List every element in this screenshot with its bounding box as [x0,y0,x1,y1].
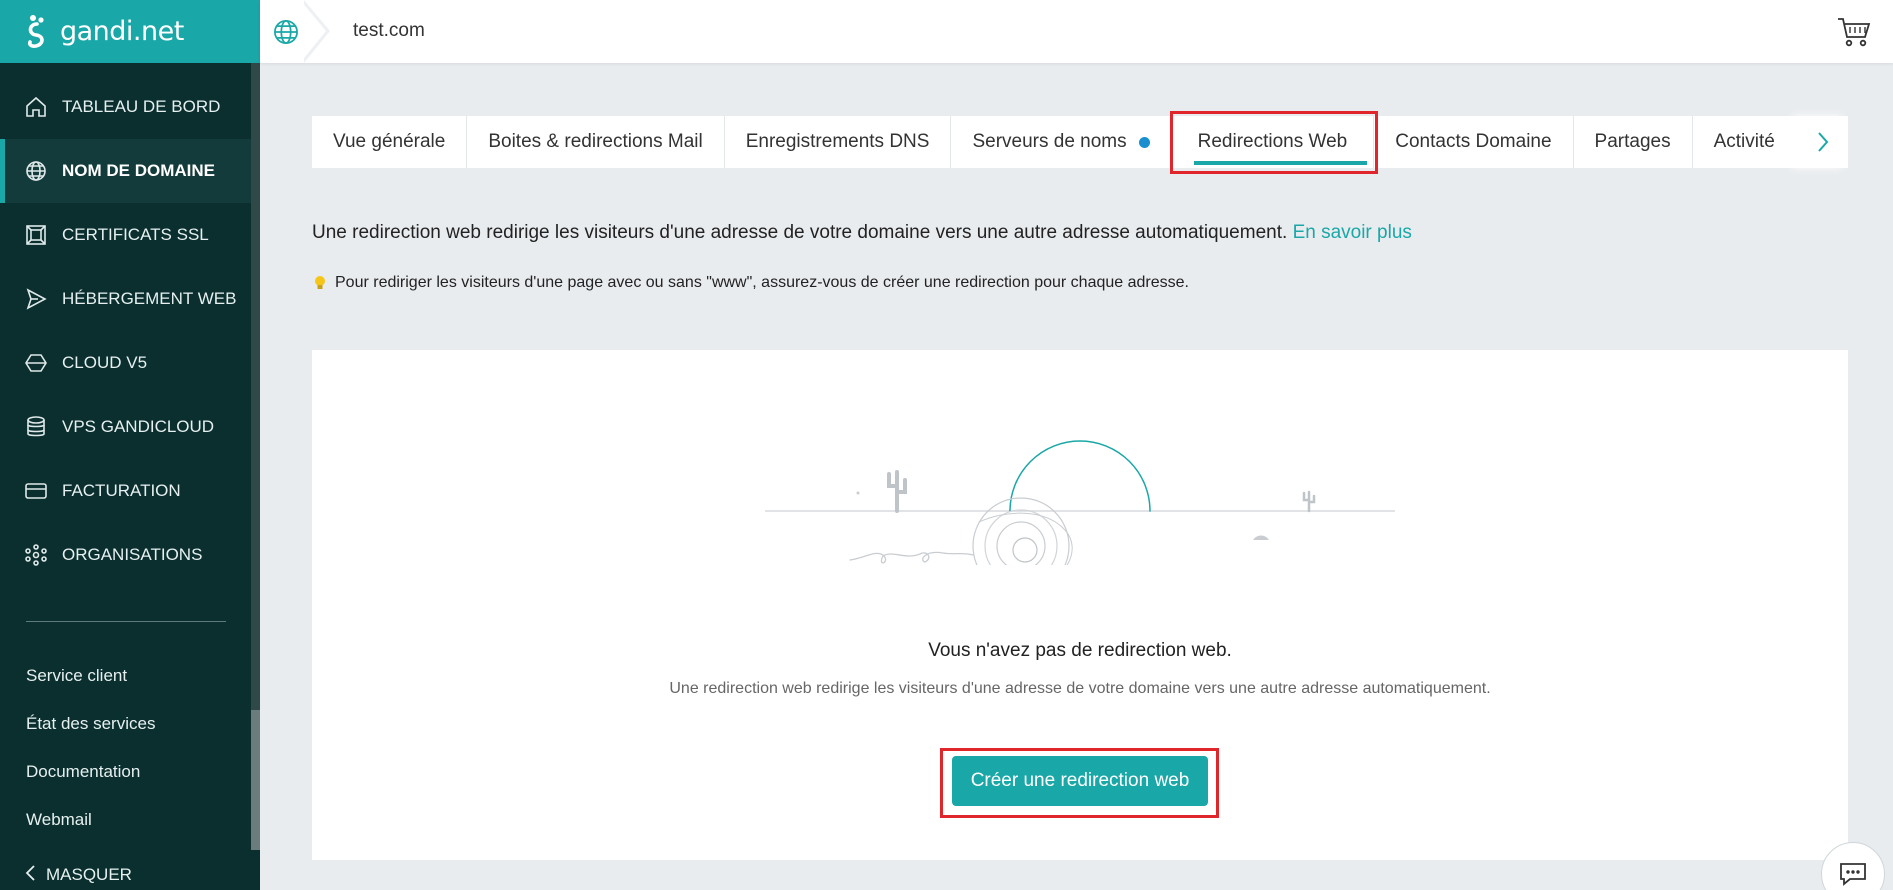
tab-contacts[interactable]: Contacts Domaine [1374,116,1574,168]
server-stack-icon [24,415,48,439]
sidebar-scrollbar-track[interactable] [251,63,260,823]
sidebar-item-domain[interactable]: NOM DE DOMAINE [0,139,260,203]
cart-icon[interactable] [1837,16,1871,48]
tab-label: Contacts Domaine [1395,131,1552,152]
highlight-box-tab [1170,111,1378,174]
tip: Pour rediriger les visiteurs d'une page … [314,274,1189,292]
collapse-label: MASQUER [46,865,132,884]
learn-more-link[interactable]: En savoir plus [1293,222,1412,243]
tab-dns[interactable]: Enregistrements DNS [725,116,952,168]
sidebar-item-vps[interactable]: VPS GANDICLOUD [0,395,260,459]
brand-name: gandi.net [60,16,184,47]
tab-label: Boites & redirections Mail [488,131,703,152]
tab-sharing[interactable]: Partages [1574,116,1693,168]
sidebar-item-label: ORGANISATIONS [62,545,203,564]
sidebar-item-label: CLOUD V5 [62,353,148,372]
domain-tabs: Vue générale Boites & redirections Mail … [312,116,1848,168]
link-service-client[interactable]: Service client [0,652,260,700]
tab-label: Partages [1594,131,1671,152]
credit-card-icon [24,479,48,503]
page-title: test.com [353,20,425,41]
lightbulb-icon [315,276,325,289]
link-status[interactable]: État des services [0,700,260,748]
globe-icon [24,159,48,183]
intro-description: Une redirection web redirige les visiteu… [312,222,1288,243]
sidebar-item-organisations[interactable]: ORGANISATIONS [0,523,260,587]
sidebar-item-ssl[interactable]: CERTIFICATS SSL [0,203,260,267]
sidebar-item-label: CERTIFICATS SSL [62,225,209,244]
tabs-next-button[interactable] [1798,116,1848,168]
gandi-logo-icon [27,14,44,48]
sidebar-item-cloud[interactable]: CLOUD V5 [0,331,260,395]
tab-label: Enregistrements DNS [745,131,930,152]
sidebar: gandi.net TABLEAU DE BORD NOM DE DOMAINE… [0,0,260,890]
collapse-sidebar-button[interactable]: MASQUER [24,860,132,890]
sidebar-nav: TABLEAU DE BORD NOM DE DOMAINE CERTIFICA… [0,75,260,587]
sidebar-item-label: HÉBERGEMENT WEB [62,289,237,308]
sidebar-item-hosting[interactable]: HÉBERGEMENT WEB [0,267,260,331]
sidebar-scrollbar-thumb[interactable] [251,710,260,850]
notification-dot [1138,136,1150,148]
desert-illustration [765,440,1395,565]
sidebar-item-dashboard[interactable]: TABLEAU DE BORD [0,75,260,139]
tab-label: Vue générale [333,131,446,152]
chat-icon [1840,863,1866,886]
link-webmail[interactable]: Webmail [0,796,260,844]
chevron-right-icon [1818,132,1829,152]
tab-mail[interactable]: Boites & redirections Mail [467,116,725,168]
empty-state-title: Vous n'avez pas de redirection web. [928,640,1232,661]
top-bar: test.com [260,0,1893,63]
empty-state-subtitle: Une redirection web redirige les visiteu… [669,680,1491,697]
sidebar-divider [26,621,226,622]
sidebar-item-billing[interactable]: FACTURATION [0,459,260,523]
certificate-icon [24,223,48,247]
tab-overview[interactable]: Vue générale [312,116,468,168]
cube-icon [24,351,48,375]
tab-label: Serveurs de noms [972,131,1127,152]
link-documentation[interactable]: Documentation [0,748,260,796]
sidebar-item-label: VPS GANDICLOUD [62,417,215,436]
home-icon [24,95,48,119]
sidebar-item-label: TABLEAU DE BORD [62,97,221,116]
highlight-box-button [940,748,1219,818]
breadcrumb-separator-inner [300,0,326,63]
logo[interactable]: gandi.net [0,0,260,63]
globe-icon [274,19,298,44]
network-icon [24,543,48,567]
intro-text: Une redirection web redirige les visiteu… [312,222,1412,244]
sidebar-item-label: FACTURATION [62,481,181,500]
send-icon [24,287,48,311]
sidebar-item-label: NOM DE DOMAINE [62,161,215,180]
tip-text: Pour rediriger les visiteurs d'une page … [335,274,1189,291]
tab-nameservers[interactable]: Serveurs de noms [951,116,1172,168]
tab-label: Activité [1713,131,1775,152]
chevron-left-icon [24,864,36,886]
tab-activity[interactable]: Activité [1693,116,1796,168]
